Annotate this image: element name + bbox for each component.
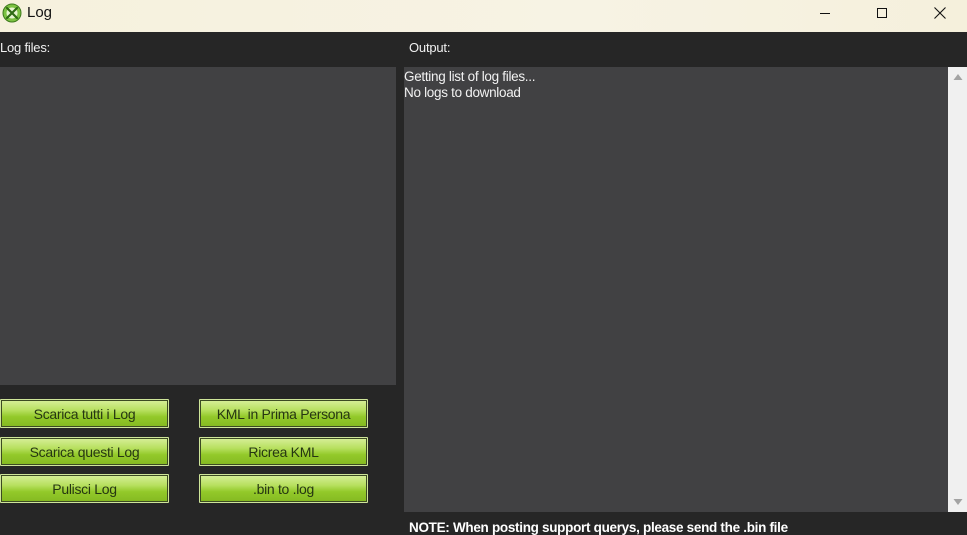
recreate-kml-label: Ricrea KML <box>248 443 319 460</box>
download-these-logs-button[interactable]: Scarica questi Log <box>0 437 169 466</box>
clear-logs-label: Pulisci Log <box>52 480 117 497</box>
output-line: Getting list of log files... <box>404 69 536 84</box>
clear-logs-button[interactable]: Pulisci Log <box>0 474 169 503</box>
output-line: No logs to download <box>404 85 521 100</box>
close-button[interactable] <box>911 0 967 26</box>
kml-first-person-button[interactable]: KML in Prima Persona <box>199 399 368 428</box>
minimize-icon <box>820 13 830 14</box>
scroll-up-arrow-icon <box>953 74 962 80</box>
maximize-icon <box>877 8 887 18</box>
log-files-label: Log files: <box>0 40 51 55</box>
log-files-list[interactable] <box>0 67 396 385</box>
title-bar: Log <box>0 0 967 32</box>
recreate-kml-button[interactable]: Ricrea KML <box>199 437 368 466</box>
app-logo-icon <box>2 3 22 23</box>
bin-to-log-label: .bin to .log <box>253 480 314 497</box>
support-note: NOTE: When posting support querys, pleas… <box>409 520 788 535</box>
close-icon <box>934 7 946 19</box>
output-label: Output: <box>409 40 451 55</box>
scroll-down-button[interactable] <box>948 492 967 512</box>
window-title: Log <box>27 4 53 21</box>
scroll-down-arrow-icon <box>953 499 962 505</box>
scroll-up-button[interactable] <box>948 67 967 87</box>
download-these-logs-label: Scarica questi Log <box>29 443 140 460</box>
maximize-button[interactable] <box>853 0 911 26</box>
output-scrollbar[interactable] <box>948 67 967 512</box>
minimize-button[interactable] <box>796 0 854 26</box>
kml-first-person-label: KML in Prima Persona <box>216 405 351 422</box>
bin-to-log-button[interactable]: .bin to .log <box>199 474 368 503</box>
output-textbox[interactable]: Getting list of log files... No logs to … <box>404 67 948 512</box>
download-all-logs-label: Scarica tutti i Log <box>33 405 136 422</box>
download-all-logs-button[interactable]: Scarica tutti i Log <box>0 399 169 428</box>
